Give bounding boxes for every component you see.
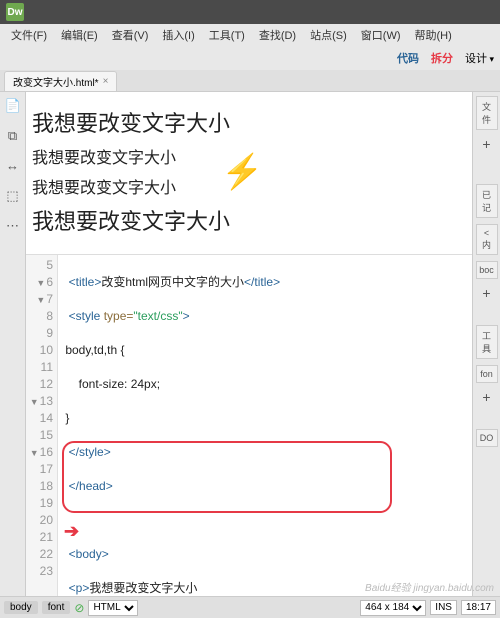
action-bar: 代码 拆分 设计 <box>0 46 500 70</box>
cursor-position: 18:17 <box>461 600 496 615</box>
menu-insert[interactable]: 插入(I) <box>155 27 201 43</box>
panel-add-3[interactable]: + <box>482 389 490 405</box>
panel-insert[interactable]: 已记 <box>476 184 498 218</box>
panel-dom[interactable]: DO <box>476 429 498 447</box>
panel-boc[interactable]: boc <box>476 261 498 279</box>
panel-add-1[interactable]: + <box>482 136 490 152</box>
preview-line-1: 我想要改变文字大小 <box>32 106 466 138</box>
code-editor[interactable]: 5 ▼6 ▼7 8 9 10 11 12 ▼13 14 15 ▼16 17 18… <box>26 255 472 596</box>
view-code[interactable]: 代码 <box>397 50 419 66</box>
document-tabs: 改变文字大小.html* × <box>0 70 500 92</box>
view-design[interactable]: 设计 <box>465 50 494 66</box>
status-bar: body font ⊘ HTML 464 x 184 INS 18:17 <box>0 596 500 618</box>
annotation-arrow: ➔ <box>64 523 79 540</box>
tool-doc-icon[interactable]: 📄 <box>5 98 21 114</box>
menu-bar: 文件(F) 编辑(E) 查看(V) 插入(I) 工具(T) 查找(D) 站点(S… <box>0 24 500 46</box>
dimensions-select[interactable]: 464 x 184 <box>360 600 426 616</box>
breadcrumb-body[interactable]: body <box>4 601 38 614</box>
validation-icon[interactable]: ⊘ <box>74 601 84 615</box>
menu-help[interactable]: 帮助(H) <box>408 27 459 43</box>
document-tab[interactable]: 改变文字大小.html* × <box>4 71 117 91</box>
insert-mode[interactable]: INS <box>430 600 457 615</box>
menu-file[interactable]: 文件(F) <box>4 27 54 43</box>
live-preview: 我想要改变文字大小 我想要改变文字大小 我想要改变文字大小 我想要改变文字大小 … <box>26 92 472 255</box>
tab-close-icon[interactable]: × <box>103 76 109 87</box>
tool-copy-icon[interactable]: ⧉ <box>5 128 21 144</box>
panel-add-2[interactable]: + <box>482 285 490 301</box>
lightning-icon: ⚡ <box>221 152 263 192</box>
menu-window[interactable]: 窗口(W) <box>354 27 408 43</box>
panel-tools[interactable]: 工具 <box>476 325 498 359</box>
panel-dom-item[interactable]: < 内 <box>476 224 498 255</box>
title-bar: Dw <box>0 0 500 24</box>
menu-view[interactable]: 查看(V) <box>105 27 156 43</box>
code-body[interactable]: <title>改变html网页中文字的大小</title> <style typ… <box>58 255 472 596</box>
breadcrumb-font[interactable]: font <box>42 601 71 614</box>
line-gutter: 5 ▼6 ▼7 8 9 10 11 12 ▼13 14 15 ▼16 17 18… <box>26 255 58 596</box>
left-toolbar: 📄 ⧉ ↔ ⬚ ⋯ <box>0 92 26 596</box>
tab-title: 改变文字大小.html* <box>13 74 99 89</box>
tool-resize-icon[interactable]: ↔ <box>5 158 21 174</box>
menu-edit[interactable]: 编辑(E) <box>54 27 105 43</box>
menu-find[interactable]: 查找(D) <box>252 27 303 43</box>
tool-more-icon[interactable]: ⋯ <box>5 218 21 234</box>
view-split[interactable]: 拆分 <box>431 50 453 66</box>
panel-files[interactable]: 文件 <box>476 96 498 130</box>
menu-site[interactable]: 站点(S) <box>303 27 354 43</box>
preview-line-4: 我想要改变文字大小 <box>32 204 466 236</box>
menu-tools[interactable]: 工具(T) <box>202 27 252 43</box>
right-panel: 文件 + 已记 < 内 boc + 工具 fon + DO <box>472 92 500 596</box>
panel-font[interactable]: fon <box>476 365 498 383</box>
language-select[interactable]: HTML <box>88 600 138 616</box>
tool-rect-icon[interactable]: ⬚ <box>5 188 21 204</box>
app-logo: Dw <box>6 3 24 21</box>
